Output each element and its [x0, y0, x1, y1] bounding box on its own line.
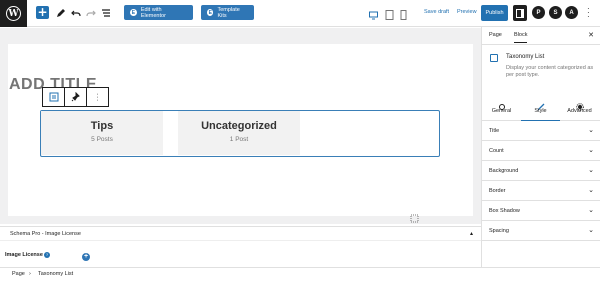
options-menu-icon[interactable]: · · · [587, 5, 590, 21]
style-tabs: General Style Advanced [482, 95, 600, 121]
metabox-title: Schema Pro - Image License [10, 231, 81, 237]
wordpress-logo-icon[interactable]: W [0, 0, 27, 27]
tablet-preview-icon[interactable] [385, 7, 394, 20]
tab-page[interactable]: Page [489, 32, 502, 38]
taxonomy-item[interactable]: Uncategorized 1 Post [178, 111, 300, 155]
brush-icon [537, 98, 545, 111]
breadcrumb-item-page[interactable]: Page [12, 271, 25, 277]
tab-style[interactable]: Style [521, 95, 560, 121]
plugin-icon-a[interactable]: A [565, 6, 578, 19]
image-license-label: Image License [5, 252, 43, 258]
preview-button[interactable]: Preview [457, 9, 477, 15]
taxonomy-list-block-icon [490, 54, 498, 62]
panel-count[interactable]: Count ⌄ [482, 141, 600, 161]
pin-icon[interactable] [65, 88, 86, 106]
editor-toolbar: W + E Edit with Elementor E Template Kit… [0, 0, 600, 27]
plugin-icon-p[interactable]: P [532, 6, 545, 19]
sidebar-tabs: Page Block ✕ [482, 27, 600, 45]
panel-spacing-label: Spacing [489, 228, 509, 234]
panel-box-shadow-label: Box Shadow [489, 208, 520, 214]
chevron-down-icon: ⌄ [588, 167, 594, 174]
taxonomy-count: 1 Post [229, 136, 249, 143]
elementor-icon: E [207, 9, 214, 16]
panel-title[interactable]: Title ⌄ [482, 121, 600, 141]
add-license-icon[interactable]: + [82, 253, 90, 261]
template-kits-label: Template Kits [217, 6, 240, 19]
desktop-preview-icon[interactable] [369, 7, 378, 20]
undo-icon[interactable] [70, 6, 82, 20]
help-icon[interactable]: ? [44, 252, 50, 258]
mobile-preview-icon[interactable] [400, 7, 409, 20]
collapse-caret-icon[interactable]: ▴ [470, 230, 473, 237]
tab-advanced[interactable]: Advanced [560, 95, 599, 121]
drag-handle-icon[interactable] [410, 210, 419, 223]
tab-general-label: General [491, 108, 512, 114]
block-card-description: Display your content categorized as per … [506, 65, 594, 78]
redo-icon[interactable] [85, 6, 97, 20]
plugin-icon-s[interactable]: S [549, 6, 562, 19]
taxonomy-name: Uncategorized [201, 120, 277, 132]
save-draft-button[interactable]: Save draft [424, 9, 449, 15]
settings-gear-icon [498, 98, 506, 110]
schema-metabox-body: Image License ? [0, 240, 481, 267]
panel-title-label: Title [489, 128, 500, 134]
publish-button[interactable]: Publish [481, 5, 508, 21]
tab-general[interactable]: General [482, 95, 521, 121]
taxonomy-item[interactable]: Tips 5 Posts [41, 111, 163, 155]
taxonomy-name: Tips [90, 120, 114, 132]
tab-block[interactable]: Block [514, 32, 528, 43]
taxonomy-count: 5 Posts [91, 136, 113, 143]
advanced-gear-icon [575, 98, 584, 111]
breadcrumb: Page › Taxonomy List [0, 267, 600, 281]
breadcrumb-item-taxonomy-list[interactable]: Taxonomy List [38, 271, 73, 277]
edit-with-elementor-button[interactable]: E Edit with Elementor [124, 5, 193, 20]
taxonomy-list-block[interactable]: Tips 5 Posts Uncategorized 1 Post [40, 110, 440, 157]
panel-border-label: Border [489, 188, 506, 194]
settings-sidebar-toggle-icon[interactable] [513, 5, 527, 21]
chevron-down-icon: ⌄ [588, 227, 594, 234]
block-toolbar: · · · [42, 87, 109, 107]
block-type-icon[interactable] [43, 88, 64, 106]
settings-sidebar: Page Block ✕ Taxonomy List Display your … [481, 27, 600, 267]
panel-border[interactable]: Border ⌄ [482, 181, 600, 201]
add-block-button[interactable]: + [36, 6, 49, 19]
panel-box-shadow[interactable]: Box Shadow ⌄ [482, 201, 600, 221]
chevron-down-icon: ⌄ [588, 207, 594, 214]
edit-with-elementor-label: Edit with Elementor [140, 6, 166, 19]
tab-style-label: Style [534, 108, 547, 114]
elementor-icon: E [130, 9, 137, 16]
panel-count-label: Count [489, 148, 504, 154]
breadcrumb-separator: › [29, 271, 31, 277]
chevron-down-icon: ⌄ [588, 187, 594, 194]
chevron-down-icon: ⌄ [588, 147, 594, 154]
edit-pencil-icon[interactable] [55, 6, 67, 20]
template-kits-button[interactable]: E Template Kits [201, 5, 254, 20]
chevron-down-icon: ⌄ [588, 127, 594, 134]
panel-background-label: Background [489, 168, 519, 174]
tab-advanced-label: Advanced [567, 108, 592, 114]
close-icon[interactable]: ✕ [588, 31, 594, 39]
block-card-title: Taxonomy List [506, 54, 545, 60]
list-view-icon[interactable] [100, 6, 112, 20]
panel-spacing[interactable]: Spacing ⌄ [482, 221, 600, 241]
schema-metabox-header[interactable]: Schema Pro - Image License ▴ [0, 226, 481, 240]
panel-background[interactable]: Background ⌄ [482, 161, 600, 181]
block-options-icon[interactable]: · · · [87, 88, 108, 106]
